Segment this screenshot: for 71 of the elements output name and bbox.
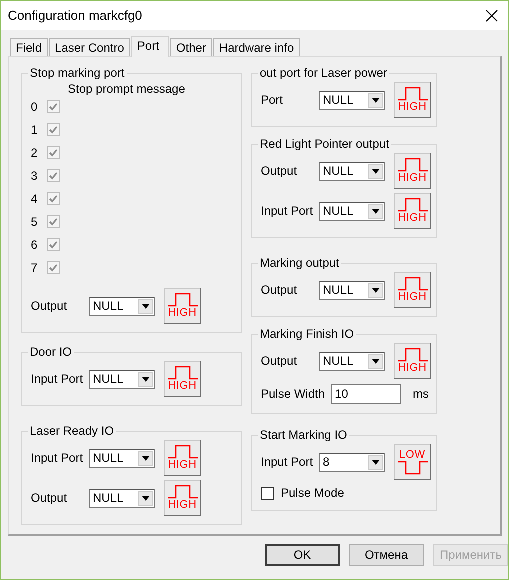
tab[interactable]: Laser Contro — [49, 38, 130, 56]
caret-icon — [142, 496, 150, 500]
group-title: Marking output — [259, 256, 340, 270]
field-label: Pulse Width — [261, 387, 326, 401]
caret-icon — [372, 208, 380, 214]
field-label: Input Port — [31, 451, 84, 465]
port-number: 5 — [31, 214, 39, 228]
tab[interactable]: Hardware info — [213, 38, 300, 56]
caret-icon — [372, 288, 380, 292]
field-label: Input Port — [261, 455, 314, 469]
high-pulse-icon — [168, 445, 198, 459]
caret-icon — [372, 98, 380, 102]
checkbox[interactable] — [261, 486, 274, 500]
field-label: Port — [261, 93, 284, 107]
caret-icon — [372, 168, 380, 174]
tab[interactable]: Other — [170, 38, 212, 56]
dialog-button[interactable]: Отмена — [349, 544, 424, 566]
group-title: Laser Ready IO — [29, 424, 116, 438]
caret-icon — [142, 376, 150, 382]
field-label: Output — [31, 299, 68, 313]
tab[interactable]: Field — [10, 38, 48, 56]
field-label: Output — [261, 283, 298, 297]
field-label: Input Port — [261, 204, 314, 218]
group-title: Stop marking port — [29, 66, 126, 80]
high-pulse-icon — [398, 198, 428, 212]
dialog-button[interactable]: OK — [265, 544, 340, 566]
group-title: Start Marking IO — [259, 428, 348, 442]
field-label: Output — [31, 491, 68, 505]
field-label: Output — [261, 354, 298, 368]
port-number: 1 — [31, 122, 39, 136]
field-label: Output — [261, 164, 298, 178]
group-title: Door IO — [29, 345, 74, 359]
dropdown[interactable]: NULL — [319, 280, 385, 300]
group-title: out port for Laser power — [259, 66, 388, 80]
window-title: Configuration markcfg0 — [8, 8, 144, 23]
caption-text: Stop prompt message — [68, 82, 186, 96]
caret-icon — [142, 456, 150, 460]
high-pulse-icon — [398, 158, 428, 172]
high-pulse-icon — [168, 485, 198, 499]
high-pulse-icon — [398, 87, 428, 101]
dropdown[interactable]: NULL — [89, 296, 155, 316]
port-number: 0 — [31, 100, 39, 114]
unit-label: ms — [413, 387, 430, 401]
dropdown[interactable]: NULL — [319, 352, 385, 370]
group-title: Red Light Pointer output — [259, 137, 390, 151]
port-number: 7 — [31, 260, 39, 274]
dropdown[interactable]: 8 — [319, 452, 385, 472]
caret-icon — [372, 460, 380, 464]
dropdown[interactable]: NULL — [319, 90, 385, 110]
low-pulse-icon — [398, 461, 428, 475]
dropdown[interactable]: NULL — [89, 370, 155, 388]
port-number: 3 — [31, 168, 39, 182]
input-field[interactable]: 10 — [331, 384, 402, 404]
high-pulse-icon — [168, 366, 198, 380]
high-pulse-icon — [398, 277, 428, 291]
caret-icon — [142, 304, 150, 308]
checkbox-label: Pulse Mode — [281, 486, 344, 500]
dropdown[interactable]: NULL — [89, 448, 155, 468]
port-number: 4 — [31, 192, 39, 206]
port-number: 6 — [31, 238, 39, 252]
port-number: 2 — [31, 146, 39, 160]
high-pulse-icon — [168, 293, 198, 307]
field-label: Input Port — [31, 372, 84, 386]
tab[interactable]: Port — [131, 36, 170, 57]
high-pulse-icon — [398, 348, 428, 362]
dropdown[interactable]: NULL — [319, 162, 385, 180]
caret-icon — [372, 358, 380, 364]
dropdown[interactable]: NULL — [319, 202, 385, 220]
close-icon[interactable] — [486, 10, 498, 22]
dropdown[interactable]: NULL — [89, 488, 155, 508]
group-title: Marking Finish IO — [259, 327, 356, 341]
